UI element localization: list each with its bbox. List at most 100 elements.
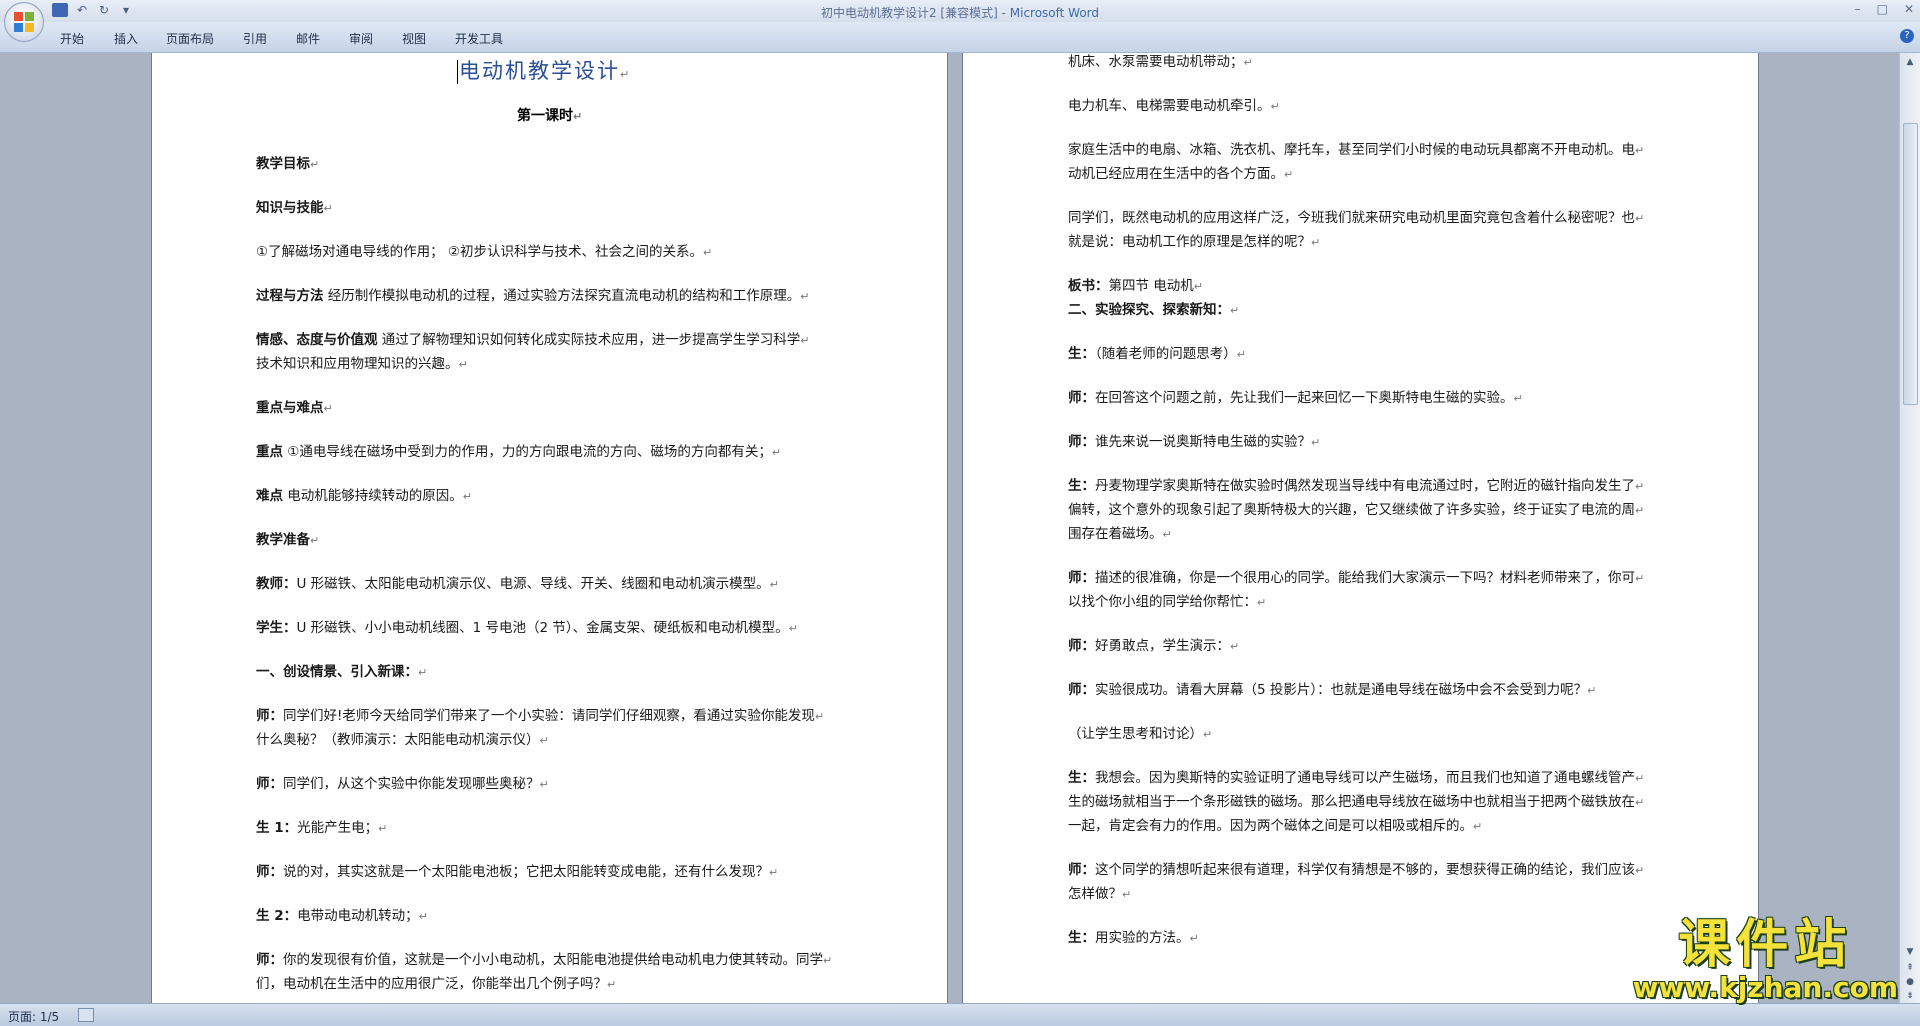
bold-label: 重点: [256, 444, 283, 460]
text-line: 技术知识和应用物理知识的兴趣。↵: [256, 352, 468, 377]
line-text: 光能产生电；: [297, 820, 379, 836]
text-line: 怎样做？↵: [1068, 882, 1131, 907]
text-line: 教师：U 形磁铁、太阳能电动机演示仪、电源、导线、开关、线圈和电动机演示模型。↵: [256, 572, 779, 597]
paragraph-mark: ↵: [1635, 480, 1645, 493]
paragraph-mark: ↵: [769, 578, 779, 591]
paragraph-mark: ↵: [620, 68, 632, 81]
bold-label: 师：: [256, 864, 283, 880]
line-text: 实验很成功。请看大屏幕（5 投影片）：也就是通电导线在磁场中会不会受到力呢？: [1095, 682, 1588, 698]
text-cursor: [457, 60, 458, 84]
text-line: 情感、态度与价值观 通过了解物理知识如何转化成实际技术应用，进一步提高学生学习科…: [256, 328, 810, 353]
text-line: 生：用实验的方法。↵: [1068, 926, 1199, 951]
tab-view[interactable]: 视图: [402, 30, 426, 47]
text-line: 师：好勇敢点，学生演示：↵: [1068, 634, 1239, 659]
text-line: 生 2：电带动电动机转动；↵: [256, 904, 428, 929]
paragraph-mark: ↵: [769, 866, 779, 879]
text-line: 家庭生活中的电扇、冰箱、洗衣机、摩托车，甚至同学们小时候的电动玩具都离不开电动机…: [1068, 138, 1644, 163]
select-browse-object-icon[interactable]: ●: [1902, 975, 1918, 989]
scroll-thumb[interactable]: [1903, 123, 1918, 405]
paragraph-mark: ↵: [788, 622, 798, 635]
line-text: 经历制作模拟电动机的过程，通过实验方法探究直流电动机的结构和工作原理。: [323, 288, 801, 304]
tab-review[interactable]: 审阅: [349, 30, 373, 47]
page-1[interactable]: 电动机教学设计↵ 第一课时↵ 教学目标↵ 知识与技能↵ ①了解磁场对通电导线的作用；…: [152, 53, 947, 1003]
bold-label: 师：: [256, 952, 283, 968]
macro-recording-icon[interactable]: [78, 1008, 94, 1022]
maximize-button[interactable]: □: [1877, 2, 1888, 16]
line-text: 以找个你小组的同学给你帮忙：: [1068, 594, 1257, 610]
previous-page-icon[interactable]: ⇞: [1902, 961, 1918, 975]
line-text: 生的磁场就相当于一个条形磁铁的磁场。那么把通电导线放在磁场中也就相当于把两个磁铁…: [1068, 794, 1635, 810]
paragraph-mark: ↵: [1311, 236, 1321, 249]
window-title: 初中电动机教学设计2 [兼容模式] - Microsoft Word: [0, 4, 1920, 21]
tab-developer[interactable]: 开发工具: [455, 30, 503, 47]
tab-home[interactable]: 开始: [60, 30, 84, 47]
paragraph-mark: ↵: [823, 954, 833, 967]
text-line: 难点 电动机能够持续转动的原因。↵: [256, 484, 472, 509]
text-line: 学生：U 形磁铁、小小电动机线圈、1 号电池（2 节）、金属支架、硬纸板和电动机…: [256, 616, 798, 641]
paragraph-mark: ↵: [1635, 772, 1645, 785]
paragraph-mark: ↵: [607, 978, 617, 991]
page-2[interactable]: 机床、水泵需要电动机带动；↵ 电力机车、电梯需要电动机牵引。↵ 家庭生活中的电扇、冰…: [963, 53, 1758, 1003]
line-text: 电力机车、电梯需要电动机牵引。: [1068, 98, 1271, 114]
text-line: 什么奥秘？（教师演示：太阳能电动机演示仪）↵: [256, 728, 549, 753]
help-icon[interactable]: ?: [1900, 29, 1914, 43]
text-line: 知识与技能↵: [256, 196, 333, 221]
line-text: 什么奥秘？（教师演示：太阳能电动机演示仪）: [256, 732, 540, 748]
vertical-scrollbar[interactable]: ▲ ▼ ⇞ ● ⇟: [1899, 53, 1920, 1003]
text-line: 生 1：光能产生电；↵: [256, 816, 387, 841]
watermark-text: 课件站: [1678, 915, 1853, 975]
text-line: 重点与难点↵: [256, 396, 333, 421]
text-line: 师：在回答这个问题之前，先让我们一起来回忆一下奥斯特电生磁的实验。↵: [1068, 386, 1523, 411]
minimize-button[interactable]: –: [1855, 2, 1861, 16]
line-text: 好勇敢点，学生演示：: [1095, 638, 1230, 654]
tab-page-layout[interactable]: 页面布局: [166, 30, 214, 47]
watermark-logo: 课件站 www.kjzhan.com: [1633, 917, 1898, 1003]
bold-label: 生：: [1068, 346, 1095, 362]
text-line: 围存在着磁场。↵: [1068, 522, 1172, 547]
title-separator: -: [997, 6, 1010, 20]
text-line: 们，电动机在生活中的应用很广泛，你能举出几个例子吗？↵: [256, 972, 616, 997]
line-text: 同学们，既然电动机的应用这样广泛，今班我们就来研究电动机里面究竟包含着什么秘密呢…: [1068, 210, 1635, 226]
tab-insert[interactable]: 插入: [114, 30, 138, 47]
line-text: 我想会。因为奥斯特的实验证明了通电导线可以产生磁场，而且我们也知道了通电螺线管产: [1095, 770, 1635, 786]
close-button[interactable]: ✕: [1904, 2, 1914, 16]
text-line: 生：我想会。因为奥斯特的实验证明了通电导线可以产生磁场，而且我们也知道了通电螺线…: [1068, 766, 1644, 791]
paragraph-mark: ↵: [323, 402, 333, 415]
bold-label: 师：: [1068, 434, 1095, 450]
scroll-up-icon[interactable]: ▲: [1902, 55, 1918, 69]
line-text: 丹麦物理学家奥斯特在做实验时偶然发现当导线中有电流通过时，它附近的磁针指向发生了: [1095, 478, 1635, 494]
line-text: 描述的很准确，你是一个很用心的同学。能给我们大家演示一下吗？材料老师带来了，你可: [1095, 570, 1635, 586]
text-line: 电力机车、电梯需要电动机牵引。↵: [1068, 94, 1280, 119]
bold-label: 一、创设情景、引入新课：: [256, 664, 418, 680]
ribbon-tab-bar: 开始 插入 页面布局 引用 邮件 审阅 视图 开发工具 ?: [0, 22, 1920, 53]
text-line: 以找个你小组的同学给你帮忙：↵: [1068, 590, 1266, 615]
line-text: 电带动电动机转动；: [297, 908, 419, 924]
tab-references[interactable]: 引用: [243, 30, 267, 47]
bold-label: 教学准备: [256, 532, 310, 548]
paragraph-mark: ↵: [378, 822, 388, 835]
next-page-icon[interactable]: ⇟: [1902, 989, 1918, 1003]
paragraph-mark: ↵: [310, 534, 320, 547]
line-text: 偏转，这个意外的现象引起了奥斯特极大的兴趣，它又继续做了许多实验，终于证实了电流…: [1068, 502, 1635, 518]
bold-label: 师：: [1068, 570, 1095, 586]
status-bar: 页面: 1/5: [0, 1003, 1920, 1026]
line-text: U 形磁铁、太阳能电动机演示仪、电源、导线、开关、线圈和电动机演示模型。: [296, 576, 770, 592]
paragraph-mark: ↵: [418, 666, 428, 679]
paragraph-mark: ↵: [1236, 348, 1246, 361]
paragraph-mark: ↵: [573, 110, 583, 123]
text-line: 一、创设情景、引入新课：↵: [256, 660, 427, 685]
scroll-down-icon[interactable]: ▼: [1902, 945, 1918, 959]
tab-mailings[interactable]: 邮件: [296, 30, 320, 47]
paragraph-mark: ↵: [771, 446, 782, 459]
paragraph-mark: ↵: [539, 734, 549, 747]
paragraph-mark: ↵: [1270, 100, 1280, 113]
text-line: 偏转，这个意外的现象引起了奥斯特极大的兴趣，它又继续做了许多实验，终于证实了电流…: [1068, 498, 1644, 523]
bold-label: 师：: [1068, 682, 1095, 698]
line-text: 用实验的方法。: [1095, 930, 1190, 946]
window-controls: – □ ✕: [1855, 2, 1914, 16]
bold-label: 知识与技能: [256, 200, 324, 216]
office-button[interactable]: [4, 2, 44, 42]
page-indicator[interactable]: 页面: 1/5: [8, 1008, 59, 1025]
paragraph-mark: ↵: [1635, 796, 1645, 809]
text-line: 师：描述的很准确，你是一个很用心的同学。能给我们大家演示一下吗？材料老师带来了，…: [1068, 566, 1644, 591]
